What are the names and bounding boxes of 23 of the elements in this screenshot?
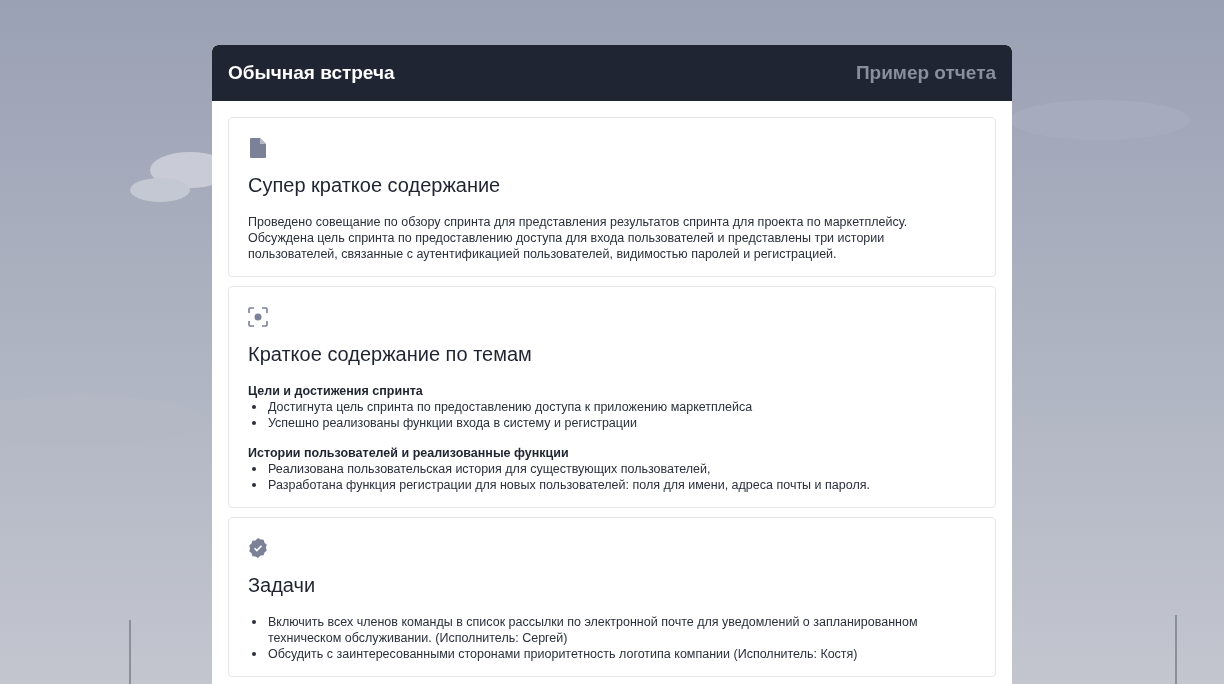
bullet-icon bbox=[252, 483, 256, 487]
task-item: Включить всех членов команды в список рассылки по электронной почте для уведомлений о запланированном техническом обслуживании. (Исполнитель: Сергей) bbox=[268, 614, 919, 646]
list-item: Разработана функция регистрации для новых пользователей: поля для имени, адреса почты и пароля. bbox=[268, 477, 870, 493]
bullet-icon bbox=[252, 467, 256, 471]
summary-text: Проведено совещание по обзору спринта для представления результатов спринта для проекта по маркетплейсу. Обсуждена цель спринта по предоставлению доступа для входа пользователей и представлены три истории пользователей, связанные с аутентификацией пользователей, видимостью паролей и регистрацией. bbox=[248, 214, 909, 262]
topic-heading: Истории пользователей и реализованные функции bbox=[248, 445, 570, 461]
document-icon bbox=[248, 138, 268, 158]
bullet-icon bbox=[252, 620, 256, 624]
bullet-icon bbox=[252, 405, 256, 409]
bullet-icon bbox=[252, 421, 256, 425]
check-badge-icon bbox=[248, 538, 268, 558]
focus-icon bbox=[248, 307, 268, 327]
meeting-title: Обычная встреча bbox=[228, 62, 395, 84]
list-item: Достигнута цель спринта по предоставлению доступа к приложению маркетплейса bbox=[268, 399, 753, 415]
list-item: Реализована пользовательская история для существующих пользователей, bbox=[268, 461, 711, 477]
topic-heading: Цели и достижения спринта bbox=[248, 383, 424, 399]
bullet-icon bbox=[252, 652, 256, 656]
task-item: Обсудить с заинтересованными сторонами приоритетность логотипа компании (Исполнитель: Костя) bbox=[268, 646, 858, 662]
report-label: Пример отчета bbox=[855, 62, 996, 84]
list-item: Успешно реализованы функции входа в систему и регистрации bbox=[268, 415, 637, 431]
section-title: Супер краткое содержание bbox=[248, 174, 502, 196]
section-title: Задачи bbox=[248, 574, 317, 596]
section-title: Краткое содержание по темам bbox=[248, 343, 533, 365]
